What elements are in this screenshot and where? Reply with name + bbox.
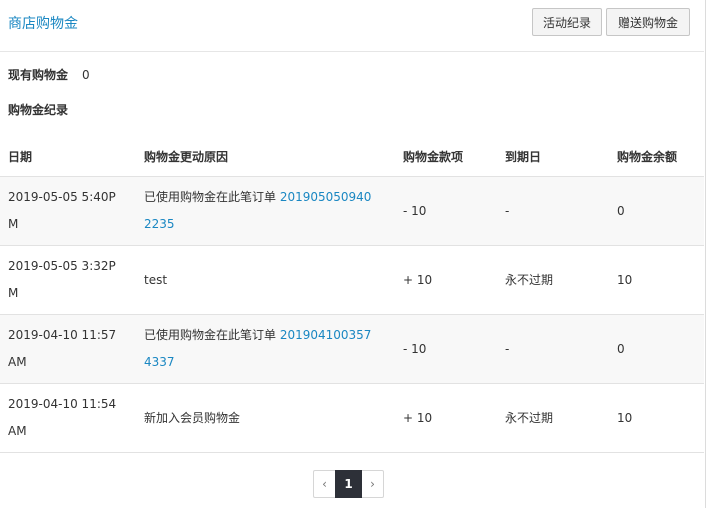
cell-expiry: - [497, 176, 609, 246]
table-row: 2019-05-05 5:40P M 已使用购物金在此笔订单 2019050509… [0, 176, 704, 246]
column-header-amount: 购物金款项 [395, 136, 497, 177]
column-header-balance: 购物金余额 [609, 136, 704, 177]
cell-amount: - 10 [395, 314, 497, 384]
current-credit-value: 0 [82, 68, 90, 82]
current-credit-summary: 现有购物金 0 [8, 66, 90, 83]
panel-edge [705, 0, 706, 508]
activity-log-button[interactable]: 活动纪录 [532, 8, 602, 36]
column-header-date: 日期 [0, 136, 136, 177]
credit-records-table: 日期 购物金更动原因 购物金款项 到期日 购物金余额 2019-05-05 5:… [0, 136, 704, 453]
current-credit-label: 现有购物金 [8, 68, 69, 82]
table-row: 2019-04-10 11:57 AM 已使用购物金在此笔订单 201904100… [0, 314, 704, 384]
cell-date: 2019-04-10 11:54 AM [0, 383, 136, 453]
cell-balance: 10 [609, 245, 704, 315]
page-title: 商店购物金 [8, 16, 78, 32]
column-header-expiry: 到期日 [497, 136, 609, 177]
cell-expiry: - [497, 314, 609, 384]
cell-date: 2019-05-05 3:32P M [0, 245, 136, 315]
cell-amount: + 10 [395, 383, 497, 453]
table-row: 2019-04-10 11:54 AM 新加入会员购物金 + 10 永不过期 10 [0, 383, 704, 453]
cell-date: 2019-05-05 5:40P M [0, 176, 136, 246]
cell-date: 2019-04-10 11:57 AM [0, 314, 136, 384]
cell-balance: 10 [609, 383, 704, 453]
cell-reason: test [136, 245, 395, 315]
current-page-button[interactable]: 1 [335, 470, 362, 498]
column-header-reason: 购物金更动原因 [136, 136, 395, 177]
page-header: 商店购物金 活动纪录 赠送购物金 [0, 0, 704, 52]
gift-credit-button[interactable]: 赠送购物金 [606, 8, 690, 36]
cell-expiry: 永不过期 [497, 245, 609, 315]
cell-amount: - 10 [395, 176, 497, 246]
cell-expiry: 永不过期 [497, 383, 609, 453]
cell-reason: 已使用购物金在此笔订单 201904100357 4337 [136, 314, 395, 384]
pagination: ‹ 1 › [313, 470, 384, 498]
prev-page-button[interactable]: ‹ [313, 470, 335, 498]
records-title: 购物金纪录 [8, 103, 69, 117]
next-page-button[interactable]: › [362, 470, 384, 498]
cell-balance: 0 [609, 314, 704, 384]
table-row: 2019-05-05 3:32P M test + 10 永不过期 10 [0, 245, 704, 315]
cell-reason: 新加入会员购物金 [136, 383, 395, 453]
cell-amount: + 10 [395, 245, 497, 315]
cell-reason: 已使用购物金在此笔订单 201905050940 2235 [136, 176, 395, 246]
cell-balance: 0 [609, 176, 704, 246]
table-header-row: 日期 购物金更动原因 购物金款项 到期日 购物金余额 [0, 136, 704, 177]
